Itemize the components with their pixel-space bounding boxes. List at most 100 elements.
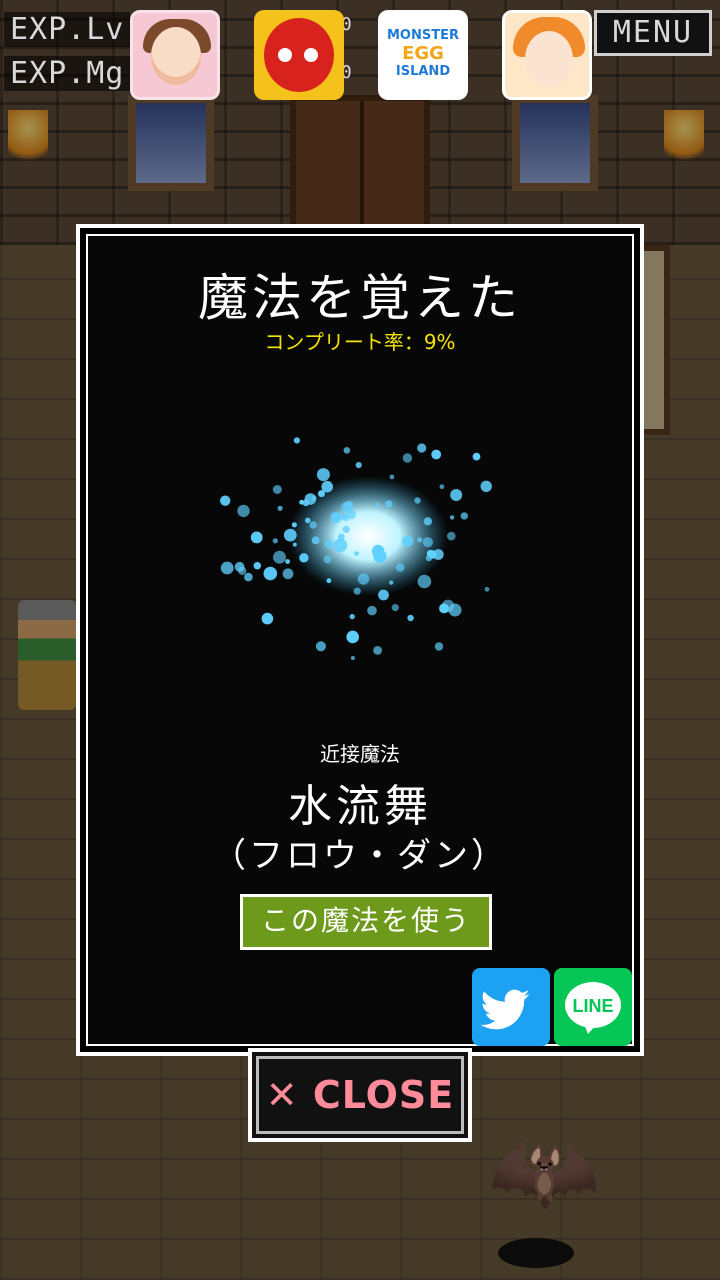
water-droplet <box>253 562 261 570</box>
water-droplet <box>316 468 330 482</box>
water-droplet <box>333 538 348 553</box>
app-icon-girl[interactable] <box>130 10 220 100</box>
water-droplet <box>389 580 394 585</box>
water-droplet <box>371 544 385 558</box>
water-droplet <box>439 484 445 490</box>
water-droplet <box>277 505 283 511</box>
twitter-share-button[interactable] <box>472 968 550 1046</box>
water-droplet <box>402 535 414 547</box>
water-droplet <box>311 536 320 545</box>
water-splash-effect-icon <box>220 437 492 660</box>
water-droplet <box>350 656 355 660</box>
twitter-icon <box>480 989 530 1030</box>
water-droplet <box>238 566 247 575</box>
water-droplet <box>391 604 399 612</box>
water-droplet <box>417 537 423 543</box>
monster-egg-island-logo: MONSTER EGG ISLAND <box>387 28 459 79</box>
water-droplet <box>389 474 395 480</box>
close-button[interactable]: ✕ CLOSE <box>248 1048 472 1142</box>
water-droplet <box>349 613 355 620</box>
water-droplet <box>318 490 325 498</box>
water-droplet <box>340 502 352 513</box>
exp-lv-label: EXP.Lv <box>4 12 131 47</box>
use-spell-button[interactable]: この魔法を使う <box>240 894 492 950</box>
red-monster-icon <box>264 18 334 92</box>
water-droplet <box>423 517 432 526</box>
water-droplet <box>342 525 350 533</box>
water-droplet <box>417 574 432 589</box>
exp-mg-label: EXP.Mg <box>4 56 131 91</box>
water-droplet <box>353 587 361 595</box>
water-droplet <box>460 512 468 520</box>
spell-reading: （フロウ・ダン） <box>212 836 508 876</box>
spell-category: 近接魔法 <box>320 742 400 766</box>
water-droplet <box>395 563 405 572</box>
anime-girl-portrait-icon <box>525 31 573 87</box>
water-droplet <box>324 539 334 549</box>
water-droplet <box>367 605 377 616</box>
water-droplet <box>299 499 304 505</box>
app-icon-monster-egg-island[interactable]: MONSTER EGG ISLAND <box>378 10 468 100</box>
water-droplet <box>407 614 414 622</box>
water-droplet <box>385 500 393 508</box>
water-droplet <box>291 522 297 528</box>
svg-text:LINE: LINE <box>572 996 613 1016</box>
water-droplet <box>237 504 250 518</box>
water-droplet <box>431 449 442 460</box>
water-droplet <box>244 572 253 582</box>
water-droplet <box>439 603 449 614</box>
water-droplet <box>402 453 413 463</box>
menu-button[interactable]: MENU <box>594 10 712 56</box>
line-share-button[interactable]: LINE <box>554 968 632 1046</box>
water-droplet <box>414 497 421 504</box>
water-droplet <box>341 514 347 520</box>
dialog-title: 魔法を覚えた <box>198 269 522 327</box>
water-droplet <box>330 512 342 523</box>
water-droplet <box>309 521 317 529</box>
water-droplet <box>378 589 389 601</box>
water-droplet <box>346 630 359 644</box>
water-droplet <box>343 447 351 454</box>
water-droplet <box>417 443 427 453</box>
water-droplet <box>426 549 435 558</box>
water-droplet <box>263 566 278 581</box>
water-droplet <box>480 480 492 492</box>
water-droplet <box>315 641 326 652</box>
water-droplet <box>283 528 297 542</box>
water-droplet <box>282 568 294 580</box>
spell-name: 水流舞 <box>288 781 432 832</box>
app-icon-red-monster[interactable] <box>254 10 344 100</box>
water-droplet <box>449 515 455 520</box>
line-icon: LINE <box>565 982 621 1034</box>
water-droplet <box>472 452 481 461</box>
water-droplet <box>326 578 332 584</box>
complete-rate: コンプリート率：9% <box>264 330 456 354</box>
water-droplet <box>299 553 309 563</box>
water-droplet <box>285 559 290 564</box>
water-droplet <box>484 586 490 592</box>
water-droplet <box>293 437 300 444</box>
water-droplet <box>250 531 263 544</box>
water-droplet <box>272 538 278 544</box>
water-droplet <box>355 462 362 469</box>
water-droplet <box>357 573 370 585</box>
water-droplet <box>374 502 381 508</box>
water-droplet <box>447 531 456 541</box>
water-droplet <box>261 612 274 625</box>
water-droplet <box>272 485 282 494</box>
app-icon-anime-girl[interactable] <box>502 10 592 100</box>
spell-learned-dialog: 魔法を覚えた コンプリート率：9% 近接魔法 水流舞 （フロウ・ダン） この魔法… <box>76 224 644 1056</box>
water-droplet <box>220 495 231 506</box>
water-droplet <box>422 537 433 548</box>
water-droplet <box>292 542 297 547</box>
water-droplet <box>305 517 311 524</box>
water-droplet <box>273 550 286 564</box>
water-droplet <box>220 561 234 575</box>
water-droplet <box>354 551 359 556</box>
water-droplet <box>373 646 382 655</box>
water-droplet <box>311 495 317 501</box>
water-droplet <box>450 489 463 501</box>
water-droplet <box>323 555 332 564</box>
water-droplet <box>434 642 444 651</box>
girl-portrait-icon <box>151 27 201 85</box>
